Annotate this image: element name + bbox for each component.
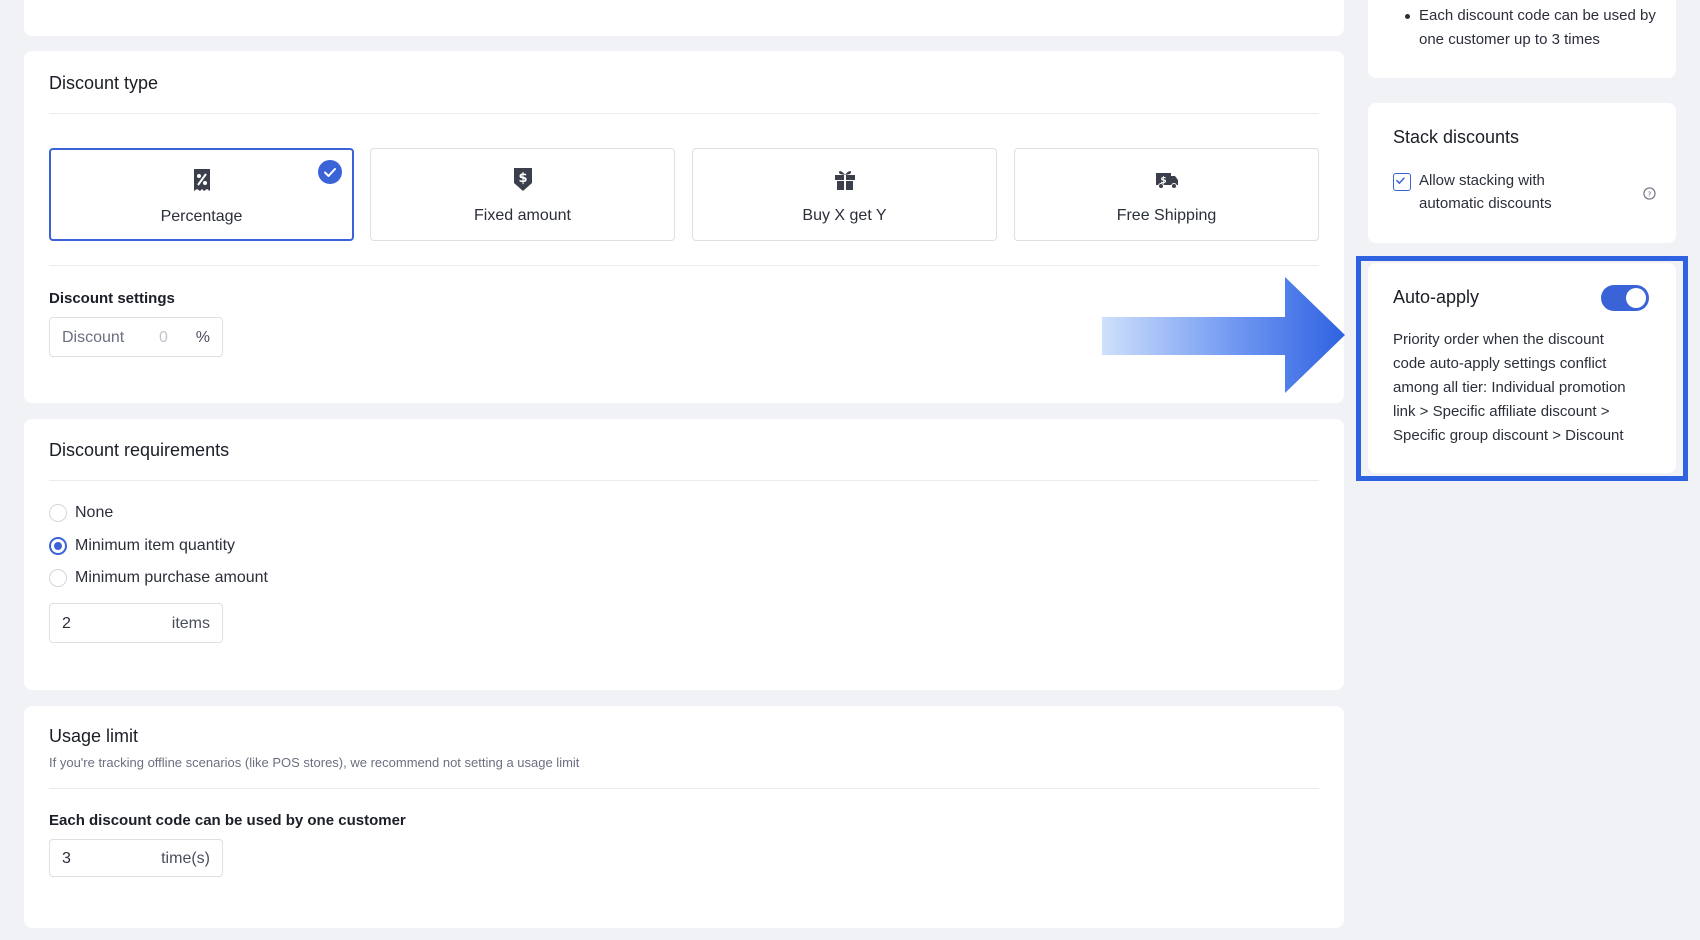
divider xyxy=(49,265,1319,266)
top-card-partial xyxy=(24,0,1344,36)
discount-type-fixed-amount[interactable]: $ Fixed amount xyxy=(370,148,675,241)
radio-label: Minimum purchase amount xyxy=(75,569,268,586)
stack-discounts-title: Stack discounts xyxy=(1393,127,1520,147)
per-customer-label: Each discount code can be used by one cu… xyxy=(49,812,406,829)
times-suffix: time(s) xyxy=(161,850,210,867)
min-quantity-value: 2 xyxy=(62,615,71,632)
radio-button[interactable] xyxy=(49,569,67,587)
percent-suffix: % xyxy=(195,329,210,346)
items-suffix: items xyxy=(171,615,210,632)
tile-label: Percentage xyxy=(160,208,243,225)
discount-input-label: Discount xyxy=(62,329,125,346)
usage-limit-title: Usage limit xyxy=(49,726,139,746)
discount-requirements-title: Discount requirements xyxy=(49,440,230,460)
dollar-tag-icon: $ xyxy=(513,168,532,191)
usage-limit-card: Usage limit If you're tracking offline s… xyxy=(24,706,1344,928)
svg-text:?: ? xyxy=(1648,189,1652,198)
requirement-option-min-purchase[interactable]: Minimum purchase amount xyxy=(49,567,268,589)
requirement-option-none[interactable]: None xyxy=(49,502,113,524)
discount-type-percentage[interactable]: Percentage xyxy=(49,148,354,241)
divider xyxy=(49,113,1319,114)
usage-times-input[interactable]: 3 time(s) xyxy=(49,839,223,877)
discount-percent-input[interactable]: Discount 0 % xyxy=(49,317,223,357)
stack-discounts-card: Stack discounts Allow stacking with auto… xyxy=(1368,103,1676,243)
tile-label: Free Shipping xyxy=(1116,207,1217,224)
radio-button[interactable] xyxy=(49,537,67,555)
svg-text:$: $ xyxy=(1160,176,1166,186)
tile-label: Buy X get Y xyxy=(802,207,887,224)
min-quantity-input[interactable]: 2 items xyxy=(49,603,223,643)
discount-type-buy-x-get-y[interactable]: Buy X get Y xyxy=(692,148,997,241)
discount-input-placeholder: 0 xyxy=(159,329,168,346)
discount-type-free-shipping[interactable]: $ Free Shipping xyxy=(1014,148,1319,241)
usage-summary-text: Each discount code can be used by one cu… xyxy=(1419,7,1656,48)
allow-stacking-checkbox[interactable] xyxy=(1393,173,1411,191)
divider xyxy=(49,788,1319,789)
help-icon[interactable]: ? xyxy=(1643,187,1656,200)
gift-icon xyxy=(834,171,855,190)
radio-button[interactable] xyxy=(49,504,67,522)
shipping-truck-icon: $ xyxy=(1155,173,1178,189)
selected-check-icon xyxy=(318,160,342,184)
requirement-option-min-quantity[interactable]: Minimum item quantity xyxy=(49,535,235,557)
auto-apply-highlight-frame xyxy=(1356,256,1688,481)
bullet-dot xyxy=(1405,14,1410,19)
allow-stacking-label-line2: automatic discounts xyxy=(1419,195,1552,212)
allow-stacking-label-line1: Allow stacking with xyxy=(1419,172,1545,189)
divider xyxy=(49,480,1319,481)
usage-limit-hint: If you're tracking offline scenarios (li… xyxy=(49,755,580,770)
discount-settings-label: Discount settings xyxy=(49,290,175,307)
usage-times-value: 3 xyxy=(62,850,71,867)
discount-type-title: Discount type xyxy=(49,73,159,93)
percent-receipt-icon xyxy=(193,169,210,191)
summary-card: Each discount code can be used by one cu… xyxy=(1368,0,1676,78)
radio-label: None xyxy=(75,504,114,521)
radio-label: Minimum item quantity xyxy=(75,537,236,554)
pointer-arrow-icon xyxy=(1102,277,1345,393)
svg-text:$: $ xyxy=(518,171,527,186)
tile-label: Fixed amount xyxy=(474,207,571,224)
discount-requirements-card: Discount requirements None Minimum item … xyxy=(24,419,1344,690)
